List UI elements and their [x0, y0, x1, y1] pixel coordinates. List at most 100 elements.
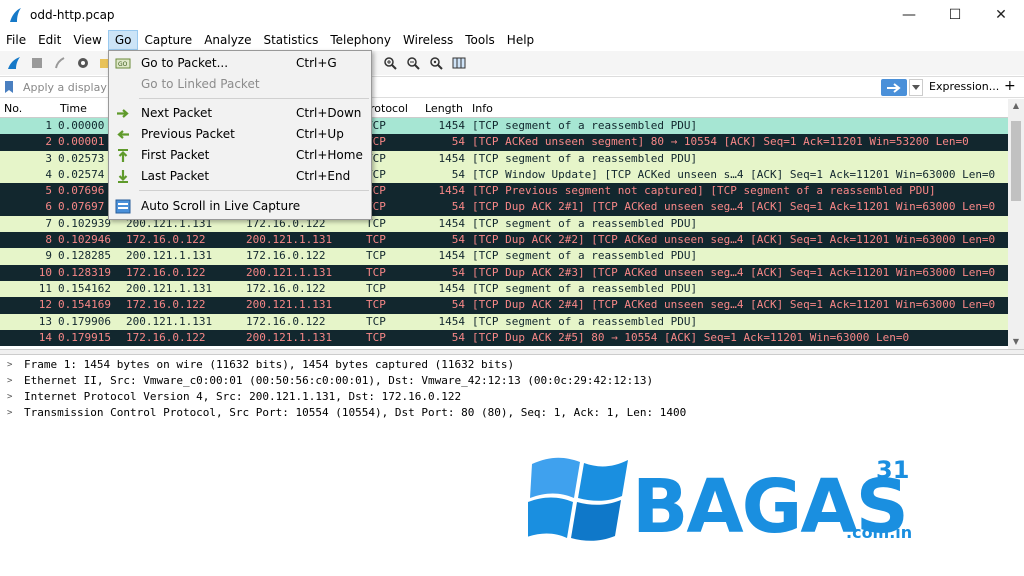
menu-edit[interactable]: Edit [32, 30, 67, 50]
arrow-right-icon [887, 82, 901, 93]
menu-tools[interactable]: Tools [459, 30, 501, 50]
zoom-in-button[interactable] [380, 53, 400, 73]
cell-dst: 200.121.1.131 [246, 330, 333, 344]
cell-dst: 200.121.1.131 [246, 233, 333, 247]
table-row[interactable]: 8 0.102946 172.16.0.122 200.121.1.131 TCP 54 [… [0, 232, 1008, 249]
scroll-up-icon[interactable]: ▲ [1008, 99, 1024, 113]
cell-no: 5 [45, 184, 52, 198]
menu-item-go-to-packet[interactable]: GO Go to Packet... Ctrl+G [109, 53, 371, 74]
menu-item-next-packet[interactable]: Next Packet Ctrl+Down [109, 103, 371, 124]
menu-capture[interactable]: Capture [138, 30, 198, 50]
resize-columns-button[interactable] [449, 53, 469, 73]
cell-proto: TCP [366, 281, 386, 295]
cell-time: 0.102939 [58, 216, 111, 230]
menu-view[interactable]: View [67, 30, 107, 50]
detail-row-frame[interactable]: > Frame 1: 1454 bytes on wire (11632 bit… [0, 357, 1024, 373]
table-row[interactable]: 10 0.128319 172.16.0.122 200.121.1.131 TCP 54… [0, 264, 1008, 281]
cell-len: 54 [451, 233, 465, 247]
zoom-reset-button[interactable] [426, 53, 446, 73]
detail-row-tcp[interactable]: > Transmission Control Protocol, Src Por… [0, 405, 1024, 421]
chevron-down-icon [912, 84, 920, 90]
svg-text:GO: GO [118, 61, 128, 68]
column-protocol[interactable]: rotocol [370, 102, 408, 115]
menu-item-auto-scroll[interactable]: Auto Scroll in Live Capture [109, 196, 371, 217]
column-time[interactable]: Time [60, 102, 87, 115]
capture-options-button[interactable] [73, 53, 93, 73]
table-row[interactable]: 13 0.179906 200.121.1.131 172.16.0.122 TCP 14… [0, 313, 1008, 330]
cell-no: 8 [45, 233, 52, 247]
cell-proto: TCP [366, 233, 386, 247]
menu-analyze[interactable]: Analyze [198, 30, 257, 50]
cell-no: 14 [38, 330, 52, 344]
menu-help[interactable]: Help [501, 30, 540, 50]
cell-info: [TCP segment of a reassembled PDU] [472, 119, 698, 132]
auto-scroll-icon [115, 199, 131, 214]
pane-splitter[interactable] [0, 349, 1024, 355]
column-no[interactable]: No. [4, 102, 22, 115]
bagas31-logo: BAGAS 31 .com.in [528, 456, 912, 550]
start-capture-button[interactable] [4, 53, 24, 73]
title-bar: odd-http.pcap — ☐ ✕ [0, 0, 1024, 30]
cell-src: 200.121.1.131 [126, 314, 213, 328]
cell-no: 13 [38, 314, 52, 328]
cell-len: 54 [451, 167, 465, 181]
cell-len: 54 [451, 200, 465, 214]
cell-time: 0.154162 [58, 281, 111, 295]
expand-arrow-icon[interactable]: > [7, 373, 12, 389]
apply-filter-button[interactable] [881, 79, 907, 96]
scroll-down-icon[interactable]: ▼ [1008, 335, 1024, 349]
cell-info: [TCP ACKed unseen segment] 80 → 10554 [A… [472, 135, 969, 149]
table-row[interactable]: 9 0.128285 200.121.1.131 172.16.0.122 TCP 145… [0, 248, 1008, 265]
table-row[interactable]: 11 0.154162 200.121.1.131 172.16.0.122 TCP 14… [0, 280, 1008, 298]
column-length[interactable]: Length [425, 102, 463, 115]
menu-wireless[interactable]: Wireless [397, 30, 459, 50]
menu-file[interactable]: File [0, 30, 32, 50]
cell-len: 1454 [438, 314, 466, 328]
cell-proto: TCP [366, 249, 386, 263]
menu-item-go-to-linked-packet[interactable]: Go to Linked Packet [109, 74, 371, 95]
expand-arrow-icon[interactable]: > [7, 405, 12, 421]
menu-telephony[interactable]: Telephony [324, 30, 397, 50]
detail-row-ip[interactable]: > Internet Protocol Version 4, Src: 200.… [0, 389, 1024, 405]
menu-statistics[interactable]: Statistics [257, 30, 324, 50]
display-filter-input[interactable]: Apply a display filt [20, 79, 108, 96]
minimize-button[interactable]: — [886, 0, 932, 30]
brand-superscript: 31 [876, 456, 909, 484]
detail-row-ethernet[interactable]: > Ethernet II, Src: Vmware_c0:00:01 (00:… [0, 373, 1024, 389]
brand-domain: .com.in [846, 523, 912, 542]
restart-capture-button[interactable] [50, 53, 70, 73]
table-row[interactable]: 12 0.154169 172.16.0.122 200.121.1.131 TCP 54… [0, 297, 1008, 314]
stop-icon [32, 58, 42, 68]
column-info[interactable]: Info [472, 102, 493, 115]
packet-list-scrollbar[interactable]: ▲ ▼ [1008, 99, 1024, 349]
stop-capture-button[interactable] [27, 53, 47, 73]
maximize-button[interactable]: ☐ [932, 0, 978, 30]
menu-item-last-packet[interactable]: Last Packet Ctrl+End [109, 166, 371, 187]
zoom-out-button[interactable] [403, 53, 423, 73]
cell-no: 3 [45, 151, 52, 165]
add-filter-button[interactable]: + [1004, 78, 1016, 94]
cell-time: 0.02574 [58, 167, 105, 181]
table-row[interactable]: 14 0.179915 172.16.0.122 200.121.1.131 TCP 54… [0, 329, 1008, 347]
cell-dst: 172.16.0.122 [246, 314, 326, 328]
cell-no: 11 [38, 281, 52, 295]
cell-len: 54 [451, 135, 465, 149]
filter-history-dropdown[interactable] [909, 79, 923, 96]
menu-item-previous-packet[interactable]: Previous Packet Ctrl+Up [109, 124, 371, 145]
cell-dst: 172.16.0.122 [246, 249, 326, 263]
menu-go[interactable]: Go [107, 30, 139, 50]
filter-bookmark-button[interactable] [0, 77, 18, 97]
cell-no: 10 [38, 265, 52, 279]
expand-arrow-icon[interactable]: > [7, 357, 12, 373]
cell-info: [TCP segment of a reassembled PDU] [472, 216, 698, 230]
gear-icon [78, 58, 88, 68]
cell-len: 54 [451, 330, 465, 344]
close-button[interactable]: ✕ [978, 0, 1024, 30]
cell-len: 54 [451, 298, 465, 312]
expand-arrow-icon[interactable]: > [7, 389, 12, 405]
cell-time: 0.128285 [58, 249, 111, 263]
cell-len: 1454 [438, 184, 466, 198]
expression-button[interactable]: Expression... [929, 80, 999, 93]
scrollbar-thumb[interactable] [1011, 121, 1021, 201]
menu-item-first-packet[interactable]: First Packet Ctrl+Home [109, 145, 371, 166]
